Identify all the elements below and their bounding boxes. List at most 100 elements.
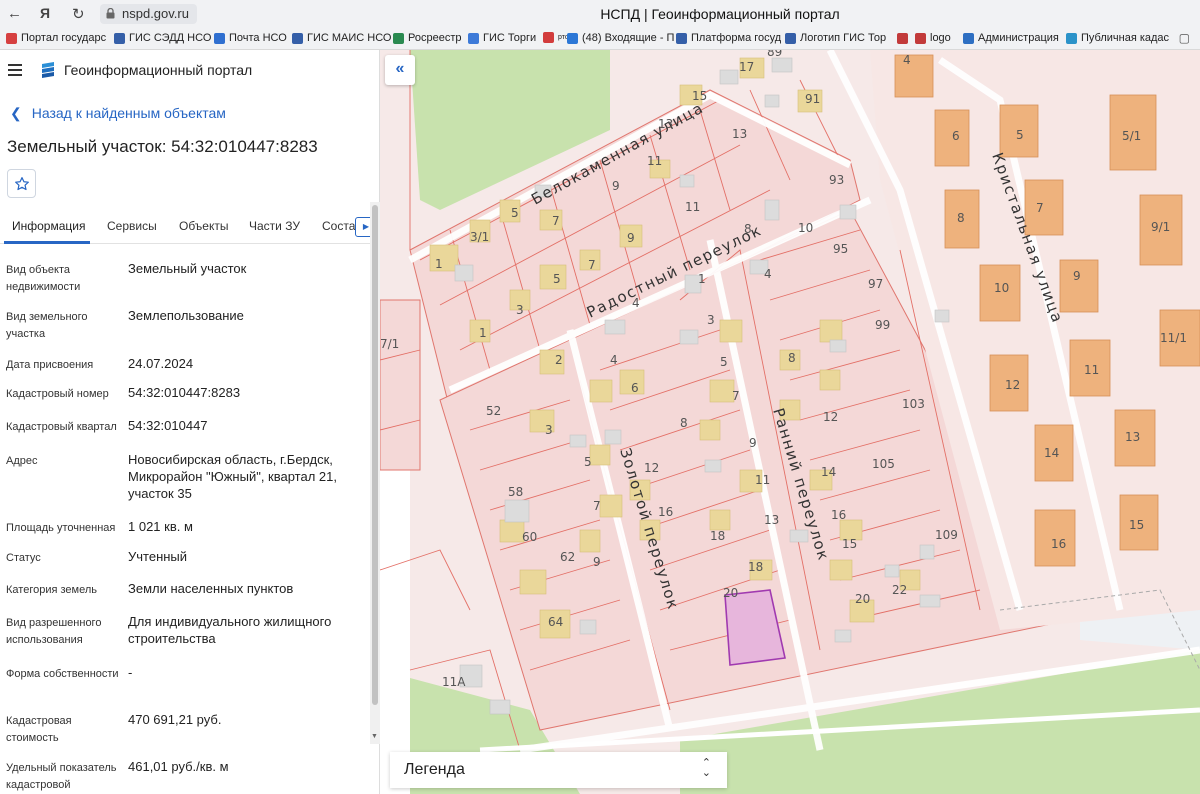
parcel-number: 7 xyxy=(732,389,740,403)
legend-dropdown[interactable]: Легенда ⌃ ⌄ xyxy=(390,752,727,788)
yandex-icon[interactable]: Я xyxy=(40,5,50,21)
info-label: Вид земельного участка xyxy=(6,311,88,340)
back-link-label: Назад к найденным объектам xyxy=(31,105,226,121)
tab-information[interactable]: Информация xyxy=(12,219,85,233)
parcel-number: 8 xyxy=(957,211,965,225)
cadastral-map[interactable]: Белокаменная улица Радостный переулок Кр… xyxy=(380,50,1200,794)
parcel-number: 4 xyxy=(632,296,640,310)
parcel-number: 64 xyxy=(548,615,563,629)
collapse-panel-button[interactable]: « xyxy=(385,55,415,85)
bookmark-item[interactable]: Почта НСО xyxy=(214,32,287,44)
portal-title: Геоинформационный портал xyxy=(64,62,253,78)
back-to-results-link[interactable]: ❮ Назад к найденным объектам xyxy=(10,105,226,122)
tab-composition[interactable]: Соста xyxy=(322,219,355,233)
bookmark-favicon-icon xyxy=(963,32,974,44)
reload-icon[interactable]: ↻ xyxy=(72,5,85,23)
parcel-number: 12 xyxy=(823,410,838,424)
bookmark-item[interactable]: Портал государс xyxy=(6,32,106,44)
info-value: Для индивидуального жилищного строительс… xyxy=(128,614,332,646)
expand-collapse-icon[interactable]: ⌃ ⌄ xyxy=(702,758,711,779)
parcel-number: 13 xyxy=(764,513,779,527)
parcel-number: 3 xyxy=(707,313,715,327)
parcel-number: 7 xyxy=(552,214,560,228)
bookmark-item[interactable]: Росреестр xyxy=(393,32,461,44)
info-label: Вид разрешенного использования xyxy=(6,617,102,646)
object-tabs: Информация Сервисы Объекты Части ЗУ Сост… xyxy=(0,210,380,244)
parcel-number: 58 xyxy=(508,485,523,499)
bookmark-favicon-icon xyxy=(292,32,303,44)
parcel-number: 99 xyxy=(875,318,890,332)
bookmark-favicon-icon xyxy=(1066,32,1077,44)
bookmark-item[interactable]: ртс xyxy=(543,32,568,43)
tab-parcel-parts[interactable]: Части ЗУ xyxy=(249,219,300,233)
parcel-number: 9/1 xyxy=(1151,220,1170,234)
info-label: Кадастровый квартал xyxy=(6,421,117,433)
address-bar[interactable]: nspd.gov.ru xyxy=(100,4,197,24)
bookmark-item[interactable]: ГИС Торги xyxy=(468,32,536,44)
parcel-number: 62 xyxy=(560,550,575,564)
parcel-number: 11 xyxy=(755,473,770,487)
parcel-number: 7/1 xyxy=(380,337,399,351)
bookmark-item[interactable]: ГИС МАИС НСО xyxy=(292,32,391,44)
panel-scrollbar-thumb[interactable] xyxy=(372,205,378,705)
info-value: Земли населенных пунктов xyxy=(128,581,294,596)
parcel-number: 5 xyxy=(1016,128,1024,142)
parcel-number: 16 xyxy=(658,505,673,519)
parcel-number: 11/1 xyxy=(1160,331,1187,345)
bookmark-item[interactable]: Платформа госуд xyxy=(676,32,781,44)
parcel-number: 109 xyxy=(935,528,958,542)
info-value: Учтенный xyxy=(128,549,188,564)
parcel-number: 89 xyxy=(767,50,782,59)
legend-label: Легенда xyxy=(404,761,465,778)
parcel-number: 5 xyxy=(720,355,728,369)
info-value: Новосибирская область, г.Бердск, Микрора… xyxy=(128,452,337,501)
parcel-number: 7 xyxy=(593,499,601,513)
parcel-number: 18 xyxy=(710,529,725,543)
bookmark-item[interactable]: logo xyxy=(897,32,951,44)
parcel-number: 6 xyxy=(631,381,639,395)
back-arrow-icon[interactable]: ← xyxy=(7,5,22,22)
parcel-number: 1 xyxy=(698,272,706,286)
parcel-number: 2 xyxy=(555,353,563,367)
parcel-number: 3 xyxy=(545,423,553,437)
bookmark-item[interactable]: Публичная кадас xyxy=(1066,32,1169,44)
tab-objects[interactable]: Объекты xyxy=(179,219,229,233)
star-icon xyxy=(14,176,29,190)
parcel-number: 3/1 xyxy=(470,230,489,244)
parcel-number: 10 xyxy=(994,281,1009,295)
parcel-number: 15 xyxy=(692,89,707,103)
tab-services[interactable]: Сервисы xyxy=(107,219,157,233)
parcel-number: 8 xyxy=(744,222,752,236)
info-label: Площадь уточненная xyxy=(6,522,116,534)
parcel-number: 13 xyxy=(1125,430,1140,444)
bookmark-item[interactable]: ГИС СЭДД НСО xyxy=(114,32,211,44)
info-label: Кадастровый номер xyxy=(6,388,109,400)
parcel-number: 5 xyxy=(584,455,592,469)
favorite-button[interactable] xyxy=(7,169,36,198)
parcel-number: 3 xyxy=(516,303,524,317)
parcel-number: 10 xyxy=(798,221,813,235)
parcel-number: 18 xyxy=(748,560,763,574)
info-value: 461,01 руб./кв. м xyxy=(128,759,229,774)
parcel-number: 9 xyxy=(627,231,635,245)
parcel-number: 60 xyxy=(522,530,537,544)
parcel-number: 9 xyxy=(749,436,757,450)
portal-logo-icon xyxy=(42,62,54,78)
scroll-down-arrow-icon[interactable]: ▼ xyxy=(371,733,378,740)
bookmark-item[interactable]: Администрация xyxy=(963,32,1059,44)
bookmarks-folder-icon[interactable]: ▢ xyxy=(1179,31,1190,45)
parcel-number: 11 xyxy=(685,200,700,214)
bookmark-item[interactable]: (48) Входящие - П xyxy=(567,32,674,44)
menu-icon[interactable] xyxy=(8,64,22,76)
bookmark-favicon-icon xyxy=(6,32,17,44)
bookmark-favicon-icon xyxy=(897,32,908,44)
info-label: Кадастровая стоимость xyxy=(6,715,72,744)
info-value: Земельный участок xyxy=(128,261,247,276)
info-label: Адрес xyxy=(6,455,38,467)
parcel-number: 8 xyxy=(788,351,796,365)
parcel-number: 20 xyxy=(723,586,738,600)
bookmark-item[interactable]: Логотип ГИС Тор xyxy=(785,32,886,44)
map-canvas[interactable]: Белокаменная улица Радостный переулок Кр… xyxy=(380,50,1200,794)
lock-icon xyxy=(106,8,115,19)
parcel-number: 105 xyxy=(872,457,895,471)
